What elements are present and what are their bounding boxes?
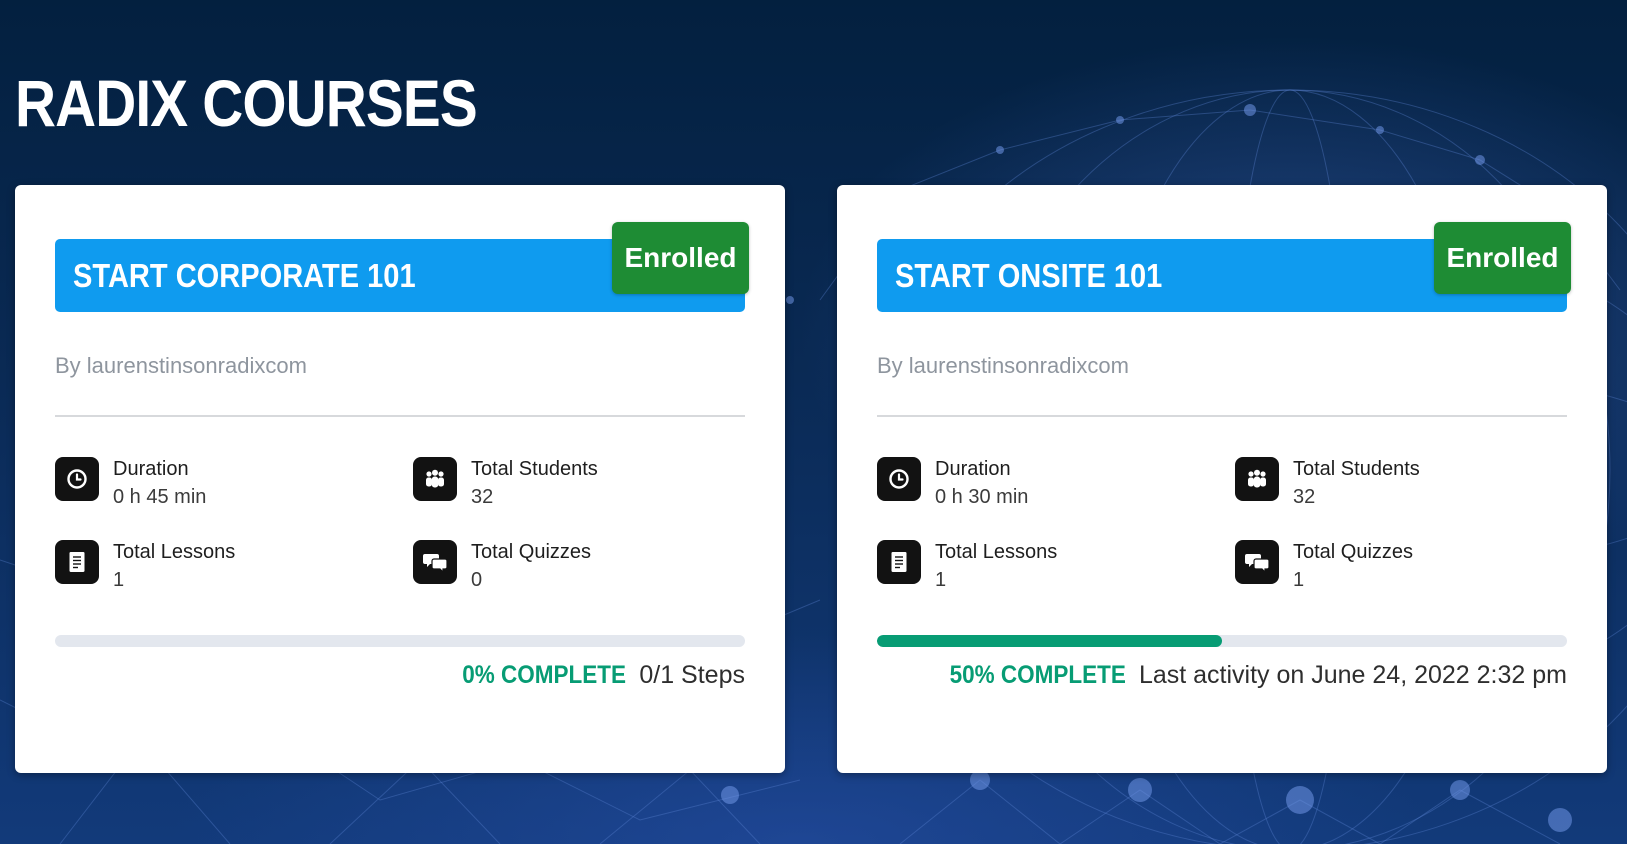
stat-label: Total Lessons bbox=[113, 541, 236, 563]
course-author: By laurenstinsonradixcom bbox=[877, 353, 1129, 378]
progress-bar bbox=[877, 635, 1567, 647]
progress-bar bbox=[55, 635, 745, 647]
document-icon bbox=[55, 540, 99, 584]
document-icon bbox=[877, 540, 921, 584]
clock-icon bbox=[55, 457, 99, 501]
course-author: By laurenstinsonradixcom bbox=[55, 353, 307, 378]
students-icon bbox=[1235, 457, 1279, 501]
stat-value: 32 bbox=[471, 486, 494, 508]
stat-quizzes: Total Quizzes 1 bbox=[1235, 540, 1413, 594]
stat-label: Duration bbox=[113, 458, 189, 480]
last-activity: Last activity on June 24, 2022 2:32 pm bbox=[1138, 661, 1567, 689]
stat-label: Duration bbox=[935, 458, 1011, 480]
course-card: START CORPORATE 101 Enrolled By laurenst… bbox=[15, 185, 785, 773]
course-title[interactable]: START CORPORATE 101 bbox=[73, 257, 416, 295]
page-title: RADIX COURSES bbox=[15, 66, 478, 140]
progress-status: 50% COMPLETE Last activity on June 24, 2… bbox=[930, 661, 1567, 690]
stat-label: Total Students bbox=[471, 458, 598, 480]
students-icon bbox=[413, 457, 457, 501]
stat-value: 0 h 45 min bbox=[113, 486, 207, 508]
progress-percent-label: 50% COMPLETE bbox=[949, 661, 1126, 689]
stat-students: Total Students 32 bbox=[413, 457, 598, 511]
chat-bubbles-icon bbox=[413, 540, 457, 584]
course-card: START ONSITE 101 Enrolled By laurenstins… bbox=[837, 185, 1607, 773]
stat-value: 32 bbox=[1293, 486, 1316, 508]
enrolled-badge: Enrolled bbox=[612, 222, 749, 294]
enrolled-badge: Enrolled bbox=[1434, 222, 1571, 294]
course-title[interactable]: START ONSITE 101 bbox=[895, 257, 1162, 295]
stat-lessons: Total Lessons 1 bbox=[877, 540, 1057, 594]
stat-value: 0 h 30 min bbox=[935, 486, 1029, 508]
stat-label: Total Lessons bbox=[935, 541, 1058, 563]
stat-value: 1 bbox=[1293, 569, 1305, 591]
stat-label: Total Students bbox=[1293, 458, 1420, 480]
stat-lessons: Total Lessons 1 bbox=[55, 540, 235, 594]
clock-icon bbox=[877, 457, 921, 501]
stat-label: Total Quizzes bbox=[471, 541, 592, 563]
progress-percent-label: 0% COMPLETE bbox=[462, 661, 627, 689]
stat-quizzes: Total Quizzes 0 bbox=[413, 540, 591, 594]
divider bbox=[877, 415, 1567, 417]
stat-value: 1 bbox=[113, 569, 125, 591]
stat-label: Total Quizzes bbox=[1293, 541, 1414, 563]
stat-duration: Duration 0 h 45 min bbox=[55, 457, 206, 511]
stat-value: 1 bbox=[935, 569, 947, 591]
stat-value: 0 bbox=[471, 569, 483, 591]
progress-fill bbox=[877, 635, 1222, 647]
progress-status: 0% COMPLETE 0/1 Steps bbox=[444, 661, 745, 690]
progress-steps: 0/1 Steps bbox=[639, 661, 745, 689]
chat-bubbles-icon bbox=[1235, 540, 1279, 584]
stat-duration: Duration 0 h 30 min bbox=[877, 457, 1028, 511]
stat-students: Total Students 32 bbox=[1235, 457, 1420, 511]
divider bbox=[55, 415, 745, 417]
